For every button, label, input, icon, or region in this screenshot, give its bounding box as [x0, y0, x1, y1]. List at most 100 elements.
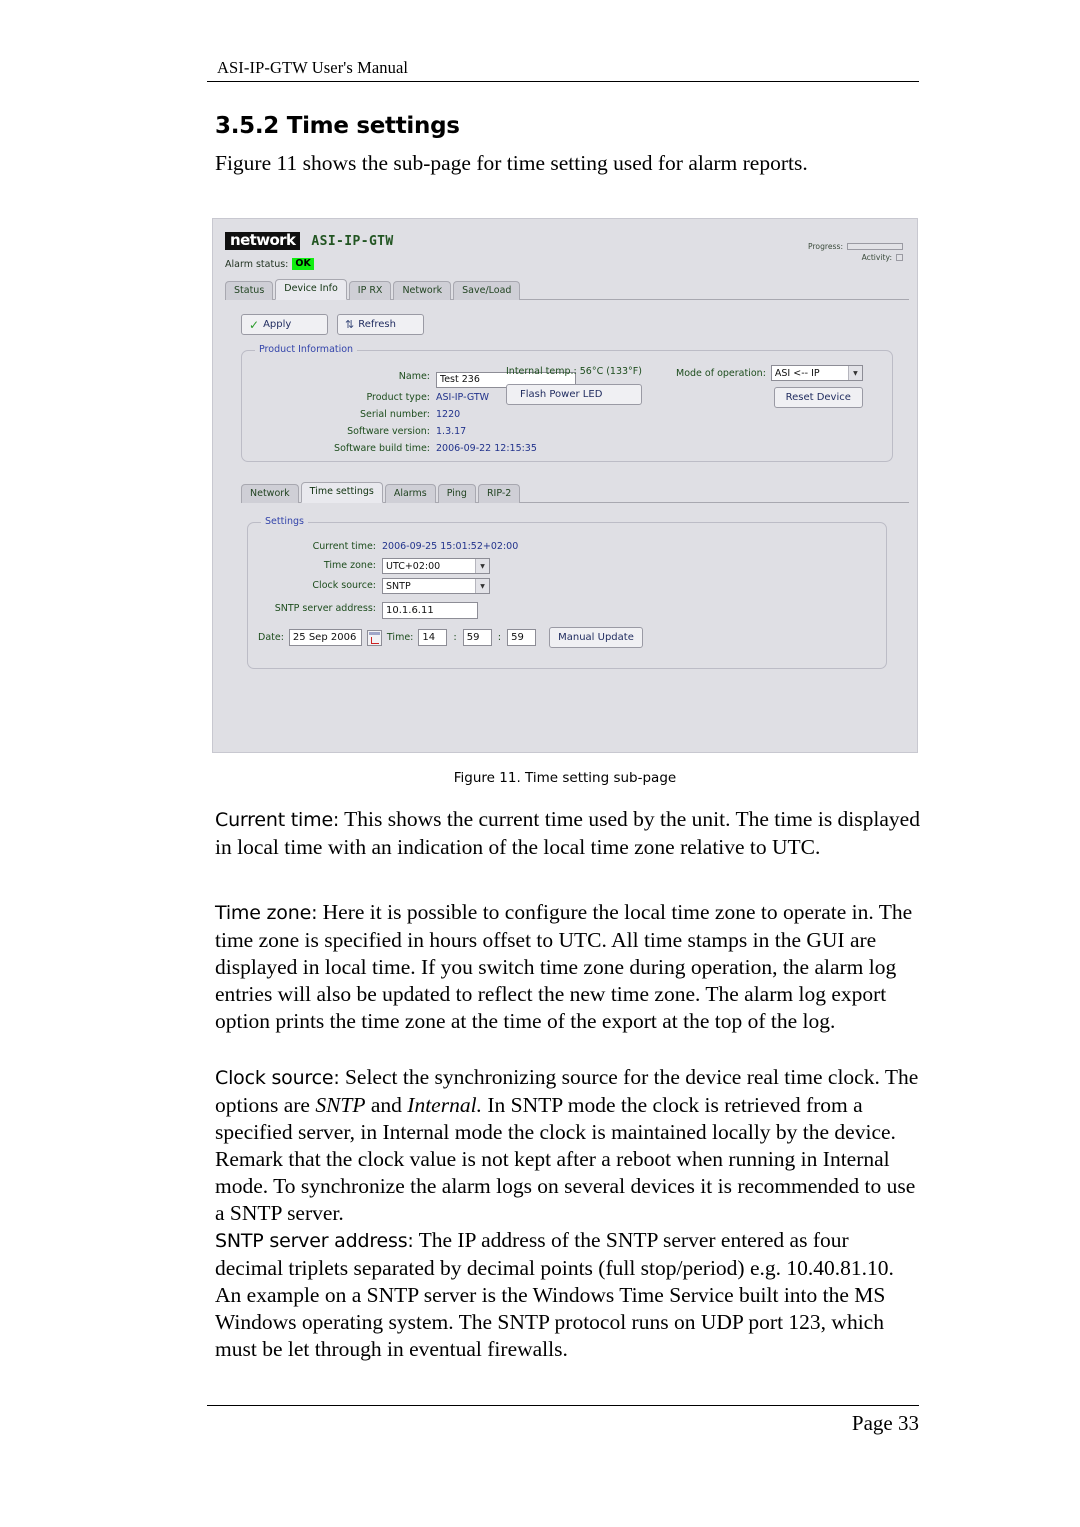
product-type-label: Product type:: [366, 391, 430, 403]
clock-source-field-wrap: SNTP ▼: [382, 578, 518, 594]
chevron-down-icon: ▼: [475, 579, 489, 593]
apply-button[interactable]: ✓ Apply: [241, 314, 328, 335]
time-zone-select[interactable]: UTC+02:00 ▼: [382, 558, 490, 574]
clock-source-value: SNTP: [386, 580, 411, 592]
clock-source-label: Clock source:: [312, 580, 376, 591]
software-build-time-value: 2006-09-22 12:15:35: [436, 442, 537, 454]
running-header-text: ASI-IP-GTW User's Manual: [217, 58, 409, 77]
serial-number-label: Serial number:: [359, 408, 430, 420]
time-hours-input[interactable]: [418, 629, 448, 646]
header-rule: [207, 81, 919, 82]
mode-of-operation-select[interactable]: ASI <-- IP ▼: [770, 365, 863, 381]
time-separator-2: :: [497, 632, 502, 643]
paragraph-clock-source: Clock source: Select the synchronizing s…: [215, 1064, 921, 1227]
term-current-time: Current time:: [215, 809, 340, 831]
activity-row: Activity:: [808, 252, 903, 263]
refresh-icon: ⇅: [345, 317, 355, 331]
progress-label: Progress:: [808, 242, 843, 251]
current-time-label: Current time:: [312, 541, 376, 552]
time-seconds-input[interactable]: [507, 629, 537, 646]
reset-device-button[interactable]: Reset Device: [773, 387, 863, 408]
time-label: Time:: [386, 632, 414, 643]
settings-grid: Current time: 2006-09-25 15:01:52+02:00 …: [258, 540, 518, 619]
time-zone-field-wrap: UTC+02:00 ▼: [382, 558, 518, 574]
subtab-ping[interactable]: Ping: [437, 484, 476, 503]
manual-page: ASI-IP-GTW User's Manual 3.5.2 Time sett…: [0, 0, 1080, 1527]
text-time-zone: Here it is possible to configure the loc…: [215, 900, 913, 1033]
document-footer: Page 33: [207, 1405, 919, 1436]
paragraph-current-time: Current time: This shows the current tim…: [215, 806, 921, 861]
mode-block: Mode of operation: ASI <-- IP ▼ Reset De…: [676, 365, 863, 408]
app-brand-row: network ASI-IP-GTW: [225, 232, 394, 250]
tab-ip-rx[interactable]: IP RX: [348, 281, 392, 300]
alarm-status-label: Alarm status:: [225, 258, 289, 270]
tab-status[interactable]: Status: [225, 281, 274, 300]
progress-row: Progress:: [808, 241, 903, 252]
tab-save-load[interactable]: Save/Load: [453, 281, 521, 300]
subtab-rip-2[interactable]: RIP-2: [477, 484, 521, 503]
term-sntp-server-address: SNTP server address:: [215, 1230, 414, 1252]
manual-update-button[interactable]: Manual Update: [549, 627, 643, 648]
serial-number-value: 1220: [436, 408, 461, 420]
date-input[interactable]: [288, 629, 362, 646]
intro-paragraph: Figure 11 shows the sub-page for time se…: [215, 151, 808, 175]
text-clock-source-b: and: [365, 1093, 408, 1117]
flash-power-led-button[interactable]: Flash Power LED: [506, 384, 642, 405]
name-label: Name:: [398, 371, 430, 383]
activity-indicator: [896, 254, 903, 261]
settings-panel: Settings Current time: 2006-09-25 15:01:…: [247, 516, 887, 669]
sntp-server-field-wrap: [382, 598, 518, 619]
time-zone-label: Time zone:: [323, 560, 376, 571]
status-indicators: Progress: Activity:: [808, 241, 903, 263]
mode-of-operation-label: Mode of operation:: [676, 367, 766, 379]
chevron-down-icon: ▼: [475, 559, 489, 573]
figure-caption: Figure 11. Time setting sub-page: [453, 770, 677, 786]
emphasis-sntp: SNTP: [315, 1093, 366, 1117]
current-time-value: 2006-09-25 15:01:52+02:00: [382, 541, 519, 552]
toolbar: ✓ Apply ⇅ Refresh: [241, 314, 424, 335]
tab-network[interactable]: Network: [393, 281, 452, 300]
network-logo: network: [225, 232, 301, 250]
paragraph-time-zone: Time zone: Here it is possible to config…: [215, 899, 921, 1035]
subtab-time-settings[interactable]: Time settings: [300, 482, 383, 503]
refresh-button[interactable]: ⇅ Refresh: [337, 314, 424, 335]
subtab-alarms[interactable]: Alarms: [384, 484, 436, 503]
activity-label: Activity:: [861, 253, 892, 262]
product-information-legend: Product Information: [255, 344, 358, 355]
time-minutes-input[interactable]: [462, 629, 492, 646]
sub-tab-strip: Network Time settings Alarms Ping RIP-2: [241, 482, 909, 503]
subtab-network[interactable]: Network: [241, 484, 299, 503]
apply-button-label: Apply: [263, 319, 292, 330]
paragraph-sntp-server-address: SNTP server address: The IP address of t…: [215, 1227, 921, 1363]
internal-temperature-value: Internal temp.: 56°C (133°F): [506, 366, 642, 377]
term-time-zone: Time zone:: [215, 902, 318, 924]
sntp-server-address-input[interactable]: [382, 602, 478, 619]
main-tab-strip: Status Device Info IP RX Network Save/Lo…: [225, 279, 909, 300]
device-title: ASI-IP-GTW: [311, 233, 394, 249]
page-title: 3.5.2 Time settings: [215, 113, 460, 139]
chevron-down-icon: ▼: [847, 366, 862, 380]
time-separator-1: :: [453, 632, 457, 643]
check-icon: ✓: [249, 317, 260, 332]
term-clock-source: Clock source:: [215, 1067, 340, 1089]
software-version-label: Software version:: [347, 425, 430, 437]
emphasis-internal: Internal.: [407, 1093, 482, 1117]
product-information-panel: Product Information Name: Product type: …: [241, 344, 893, 462]
refresh-button-label: Refresh: [358, 319, 396, 330]
document-header: ASI-IP-GTW User's Manual: [207, 58, 919, 82]
footer-rule: [207, 1405, 919, 1406]
time-zone-value: UTC+02:00: [386, 560, 441, 572]
alarm-status: Alarm status: OK: [225, 258, 314, 270]
progress-bar: [847, 243, 903, 250]
figure-screenshot: network ASI-IP-GTW Alarm status: OK Prog…: [212, 218, 918, 753]
clock-source-select[interactable]: SNTP ▼: [382, 578, 490, 594]
tab-device-info[interactable]: Device Info: [275, 279, 347, 300]
status-badge: OK: [292, 258, 314, 270]
page-number: Page 33: [851, 1411, 919, 1435]
mode-of-operation-value: ASI <-- IP: [774, 367, 820, 379]
software-version-value: 1.3.17: [436, 425, 467, 437]
calendar-icon[interactable]: [366, 629, 382, 646]
software-build-time-label: Software build time:: [334, 442, 430, 454]
date-time-row: Date: Time: : : Manual Update: [258, 627, 643, 648]
mode-of-operation-row: Mode of operation: ASI <-- IP ▼: [676, 365, 863, 381]
